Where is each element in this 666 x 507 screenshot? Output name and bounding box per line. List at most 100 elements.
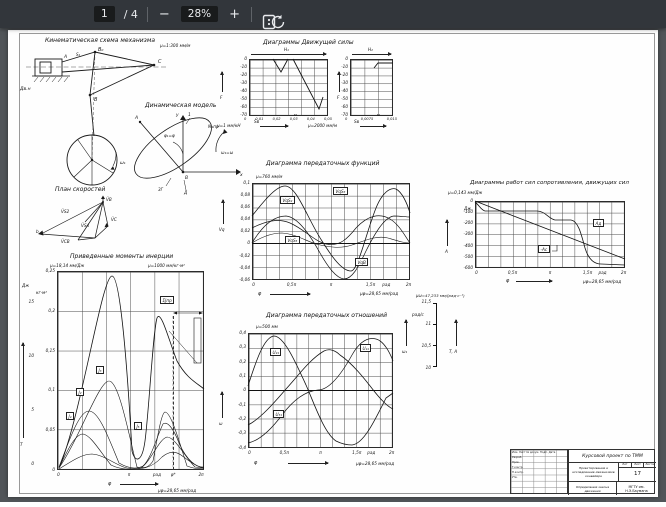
force-left-curves xyxy=(249,59,328,116)
force-sb1-label: Sв xyxy=(254,120,259,124)
omega-scale-text: μω=47,233 мм/(рад·с⁻¹) xyxy=(416,294,465,298)
vel-label-vs4: V̄S4 xyxy=(81,223,90,228)
tick-label: 0 xyxy=(31,462,34,466)
bottom-strip xyxy=(0,502,666,507)
tick-label: π xyxy=(319,451,322,455)
zoom-in-button[interactable]: + xyxy=(227,8,242,21)
tick-label: -60 xyxy=(341,105,348,109)
tick-label: -200 xyxy=(463,221,473,225)
tick-label: 0,5π xyxy=(287,283,296,287)
force-scale1: μ=1 мм/кН xyxy=(217,124,241,128)
tick-label: 0,1 xyxy=(239,374,246,378)
momenta-phi-label: φ xyxy=(108,482,111,487)
page-number-input[interactable]: 1 xyxy=(94,6,115,22)
force-sb2-arrow xyxy=(360,126,386,127)
stamp-list-label: Лист xyxy=(632,463,645,467)
kin-label-omega1: ω₁ xyxy=(120,161,126,166)
tf-curves xyxy=(252,183,410,280)
dyn-label-a: A xyxy=(134,115,138,121)
force-title: Диаграммы Движущей силы xyxy=(263,40,354,46)
tick-label: 0 xyxy=(243,388,246,392)
tick-label: 0 xyxy=(244,57,247,61)
tf-curve-label-s2: VqS₂ xyxy=(280,196,295,204)
ratios-xscale: μφ=28,65 мм/рад xyxy=(356,462,394,466)
tick-label: -0,1 xyxy=(238,403,246,407)
tick-label: 0,05 xyxy=(46,428,55,432)
tick-label: -400 xyxy=(463,244,473,248)
force-left-dim-arrow xyxy=(251,54,326,55)
tick-label: 0,25 xyxy=(46,269,55,273)
works-A-arrow xyxy=(447,220,448,246)
omega1-arrow xyxy=(406,320,407,346)
kinematic-title: Кинематическая схема механизма xyxy=(45,38,155,44)
tick-label: рад xyxy=(598,271,606,275)
kin-label-b: B xyxy=(94,97,98,103)
works-curves xyxy=(475,201,625,268)
tick-label: 1,5π xyxy=(583,271,592,275)
tick-label: 2π xyxy=(389,451,394,455)
tick-label: -50 xyxy=(240,97,247,101)
tick-label: -0,4 xyxy=(238,446,246,450)
tick-label: 0,1 xyxy=(243,181,250,185)
force-scale2: μ=2000 мм/м xyxy=(308,124,337,128)
tick-label: 2π xyxy=(621,271,626,275)
tick-label: 0 xyxy=(252,283,255,287)
works-xscale: μφ=28,65 мм/рад xyxy=(583,280,621,284)
force-right-F-arrow xyxy=(339,72,340,92)
zoom-level-input[interactable]: 28% xyxy=(181,6,218,22)
dyn-label-b: B xyxy=(185,175,188,181)
momenta-y-unit: кг·м² xyxy=(36,291,47,295)
velocity-plan-title: План скоростей xyxy=(55,187,105,193)
tf-xscale: μφ=28,65 мм/рад xyxy=(360,292,398,296)
tick-label: 0 xyxy=(345,118,347,122)
tick-label: -300 xyxy=(463,232,473,236)
tick-label: 11,5 xyxy=(422,300,431,304)
tick-label: 0,05 xyxy=(324,118,332,122)
tick-label: -20 xyxy=(341,73,348,77)
kin-label-b0: B₀ xyxy=(98,47,103,53)
tf-curve-label-s3: VqS₃ xyxy=(333,187,348,195)
stamp-signature-rows: Разраб.Пров.Т.контр.Н.контр.Утв. xyxy=(512,457,524,480)
tick-label: -500 xyxy=(463,255,473,259)
small-omega-label: ω xyxy=(219,422,223,426)
title-block: Изм. Лист № докум. Подп. Дата Разраб.Про… xyxy=(510,449,655,494)
tf-Vq-label: Vq xyxy=(219,228,225,232)
tick-label: 0,3 xyxy=(239,345,246,349)
stamp-project-title: Курсовой проект по ТММ xyxy=(568,450,656,462)
momenta-phi-arrow xyxy=(120,484,158,485)
tick-label: 0 xyxy=(57,473,60,477)
tick-label: 1,5π xyxy=(366,283,375,287)
stamp-row-label: Т.контр. xyxy=(512,467,524,470)
tick-label: 0,1 xyxy=(48,388,55,392)
tick-label: 0 xyxy=(248,451,251,455)
tick-label: 10,5 xyxy=(422,344,431,348)
ratios-xticks: 00,5ππ1,5πрад2π xyxy=(248,451,393,456)
tick-label: -10 xyxy=(341,65,348,69)
tick-label: φ* xyxy=(171,473,176,477)
tick-label: 0 xyxy=(52,468,55,472)
works-A-label: А xyxy=(445,250,448,254)
tick-label: 0,4 xyxy=(239,331,246,335)
dyn-label-phi: φ₁=φ xyxy=(164,133,175,138)
momenta-aux-ticks: 151050 xyxy=(26,300,34,466)
toolbar-divider xyxy=(147,7,148,22)
vel-label-vb: V̄B xyxy=(106,197,112,202)
tick-label: 10 xyxy=(29,354,34,358)
pdf-viewport[interactable]: Кинематическая схема механизма μ=1:300 м… xyxy=(0,28,666,507)
TA-arrow-label: Т, А xyxy=(449,350,457,354)
tick-label: -20 xyxy=(240,73,247,77)
stamp-row-label: Н.контр. xyxy=(512,472,524,475)
title-block-left-grid: Изм. Лист № докум. Подп. Дата Разраб.Про… xyxy=(511,450,568,493)
zoom-out-button[interactable]: − xyxy=(157,8,172,21)
tick-label: 0,02 xyxy=(273,118,281,122)
tick-label: 0,2 xyxy=(239,360,246,364)
tick-label: 0 xyxy=(475,271,478,275)
momenta-curves xyxy=(57,271,204,470)
tick-label: π xyxy=(330,283,333,287)
force-left-F-arrow xyxy=(222,72,223,92)
momenta-curve-label-j3: J₃ xyxy=(96,366,104,374)
force-right-F-label: F xyxy=(337,96,339,100)
rotate-icon xyxy=(270,14,286,30)
works-phi-arrow xyxy=(516,281,552,282)
works-title: Диаграммы работ сил сопротивления, движу… xyxy=(470,181,629,187)
